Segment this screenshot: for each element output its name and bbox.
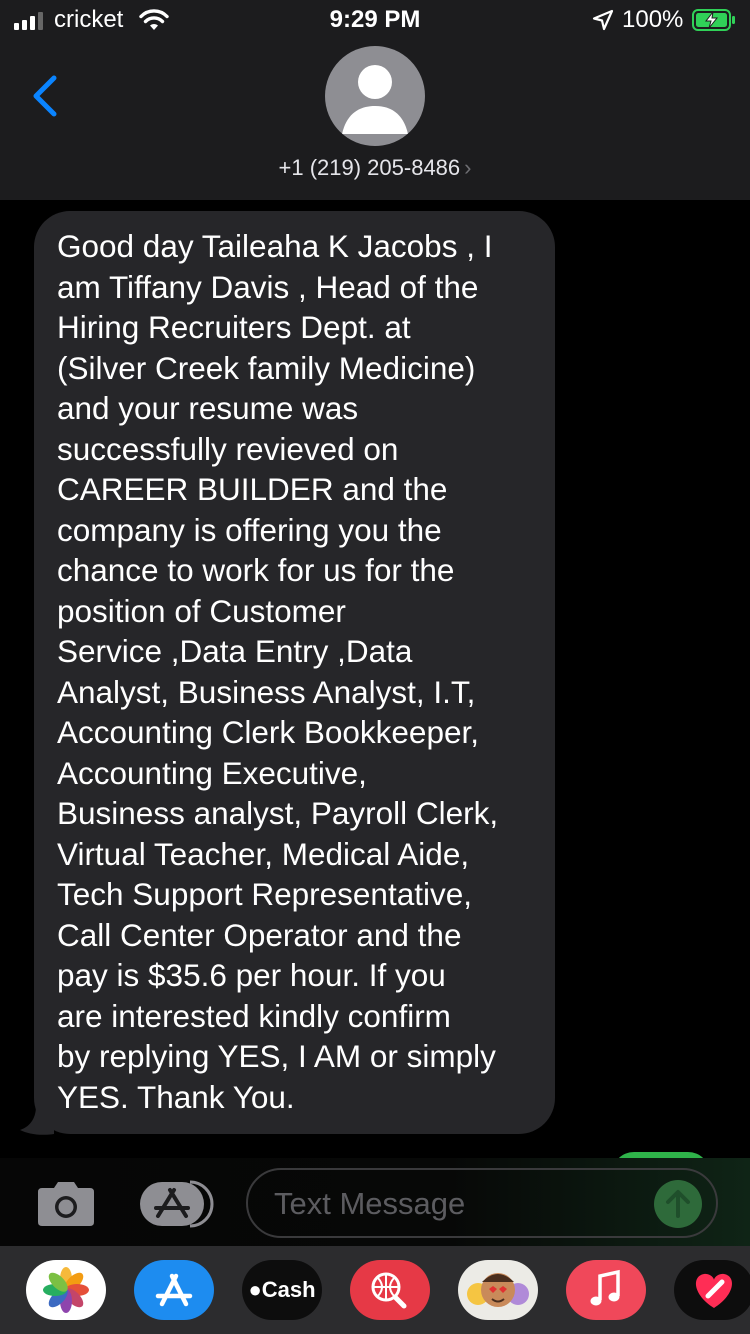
status-bar: cricket 9:29 PM 100% <box>0 0 750 44</box>
memoji-app-button[interactable] <box>458 1260 538 1320</box>
arrow-up-icon <box>666 1190 690 1218</box>
apple-logo-icon: ● <box>248 1277 262 1302</box>
cash-label: ●Cash <box>248 1277 316 1302</box>
app-store-app-button[interactable] <box>134 1260 214 1320</box>
globe-search-icon <box>371 1272 407 1309</box>
music-app-button[interactable] <box>566 1260 646 1320</box>
chevron-right-icon: › <box>464 155 472 180</box>
location-icon <box>592 9 614 31</box>
apps-button[interactable] <box>138 1180 216 1228</box>
camera-icon <box>38 1182 94 1226</box>
message-input-field[interactable] <box>246 1168 718 1238</box>
back-button[interactable] <box>28 72 62 120</box>
digital-touch-app-button[interactable] <box>674 1260 750 1320</box>
memoji-icon <box>467 1273 529 1307</box>
heart-icon <box>695 1273 733 1308</box>
app-store-icon <box>140 1180 214 1228</box>
app-store-icon <box>155 1273 193 1307</box>
send-button[interactable] <box>654 1180 702 1228</box>
battery-charging-icon <box>692 9 735 31</box>
music-note-icon <box>590 1269 620 1306</box>
photos-icon <box>43 1267 89 1313</box>
camera-button[interactable] <box>34 1180 98 1228</box>
person-icon <box>342 65 408 134</box>
photos-app-button[interactable] <box>26 1260 106 1320</box>
message-input[interactable] <box>274 1184 644 1224</box>
battery-percent: 100% <box>622 6 684 33</box>
cash-app-button[interactable]: ●Cash <box>242 1260 322 1320</box>
contact-name-button[interactable]: +1 (219) 205-8486 › <box>0 155 750 181</box>
contact-avatar[interactable] <box>325 46 425 146</box>
message-text: Good day Taileaha K Jacobs , I am Tiffan… <box>57 228 499 1115</box>
contact-number: +1 (219) 205-8486 <box>278 155 461 180</box>
bubble-tail <box>20 1106 54 1135</box>
web-search-app-button[interactable] <box>350 1260 430 1320</box>
